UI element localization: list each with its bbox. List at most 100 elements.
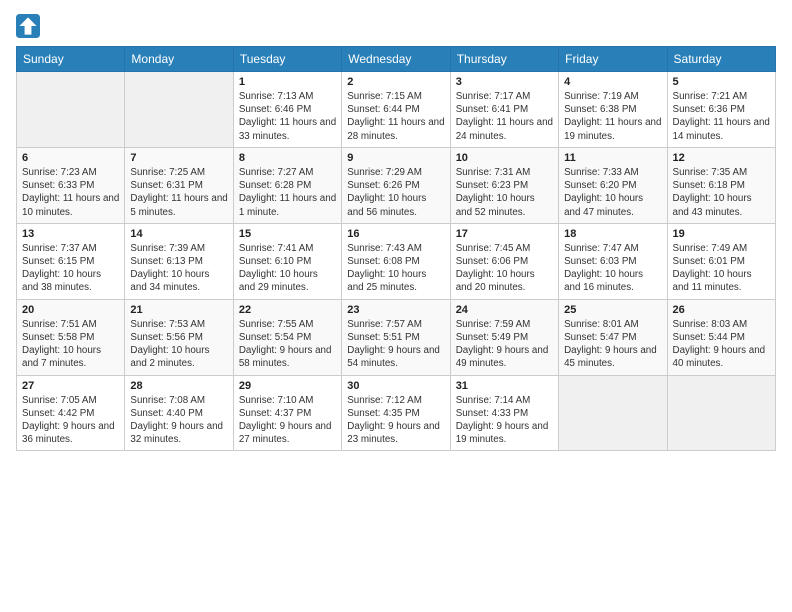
calendar-cell [125, 72, 233, 148]
day-number: 11 [564, 152, 661, 164]
weekday-header-saturday: Saturday [667, 47, 775, 72]
calendar-cell: 16Sunrise: 7:43 AMSunset: 6:08 PMDayligh… [342, 223, 450, 299]
sunrise-text: Sunrise: 7:19 AM [564, 91, 639, 102]
day-info: Sunrise: 7:37 AMSunset: 6:15 PMDaylight:… [22, 242, 119, 295]
day-info: Sunrise: 7:59 AMSunset: 5:49 PMDaylight:… [456, 318, 553, 371]
sunset-text: Sunset: 6:33 PM [22, 180, 94, 191]
daylight-text: Daylight: 10 hours and 16 minutes. [564, 269, 643, 293]
day-number: 5 [673, 76, 770, 88]
calendar-cell: 7Sunrise: 7:25 AMSunset: 6:31 PMDaylight… [125, 147, 233, 223]
daylight-text: Daylight: 9 hours and 36 minutes. [22, 421, 115, 445]
calendar-cell: 5 Sunrise: 7:21 AM Sunset: 6:36 PM Daylight… [667, 72, 775, 148]
weekday-header-row: SundayMondayTuesdayWednesdayThursdayFrid… [17, 47, 776, 72]
logo [16, 14, 44, 38]
calendar-cell: 3Sunrise: 7:17 AMSunset: 6:41 PMDaylight… [450, 72, 558, 148]
day-info: Sunrise: 7:43 AMSunset: 6:08 PMDaylight:… [347, 242, 444, 295]
week-row-5: 27Sunrise: 7:05 AMSunset: 4:42 PMDayligh… [17, 375, 776, 451]
sunset-text: Sunset: 6:23 PM [456, 180, 528, 191]
sunset-text: Sunset: 6:13 PM [130, 256, 202, 267]
sunrise-text: Sunrise: 7:23 AM [22, 167, 97, 178]
day-number: 15 [239, 228, 336, 240]
sunrise-text: Sunrise: 7:31 AM [456, 167, 531, 178]
sunset-text: Sunset: 6:38 PM [564, 104, 636, 115]
sunrise-text: Sunrise: 7:57 AM [347, 319, 422, 330]
calendar-cell: 13Sunrise: 7:37 AMSunset: 6:15 PMDayligh… [17, 223, 125, 299]
weekday-header-thursday: Thursday [450, 47, 558, 72]
sunset-text: Sunset: 6:31 PM [130, 180, 202, 191]
day-info: Sunrise: 7:08 AMSunset: 4:40 PMDaylight:… [130, 394, 227, 447]
daylight-text: Daylight: 9 hours and 49 minutes. [456, 345, 549, 369]
sunrise-text: Sunrise: 7:33 AM [564, 167, 639, 178]
sunset-text: Sunset: 6:08 PM [347, 256, 419, 267]
sunrise-text: Sunrise: 7:14 AM [456, 395, 531, 406]
sunrise-text: Sunrise: 7:43 AM [347, 243, 422, 254]
sunrise-text: Sunrise: 7:41 AM [239, 243, 314, 254]
calendar-cell [17, 72, 125, 148]
header [16, 10, 776, 38]
sunrise-text: Sunrise: 7:35 AM [673, 167, 748, 178]
sunset-text: Sunset: 4:33 PM [456, 408, 528, 419]
calendar-cell: 29Sunrise: 7:10 AMSunset: 4:37 PMDayligh… [233, 375, 341, 451]
daylight-text: Daylight: 10 hours and 7 minutes. [22, 345, 101, 369]
sunrise-text: Sunrise: 7:15 AM [347, 91, 422, 102]
calendar-cell: 6Sunrise: 7:23 AMSunset: 6:33 PMDaylight… [17, 147, 125, 223]
calendar-cell: 20Sunrise: 7:51 AMSunset: 5:58 PMDayligh… [17, 299, 125, 375]
day-info: Sunrise: 7:31 AMSunset: 6:23 PMDaylight:… [456, 166, 553, 219]
day-number: 4 [564, 76, 661, 88]
calendar-cell: 26Sunrise: 8:03 AMSunset: 5:44 PMDayligh… [667, 299, 775, 375]
day-info: Sunrise: 7:12 AMSunset: 4:35 PMDaylight:… [347, 394, 444, 447]
sunset-text: Sunset: 5:47 PM [564, 332, 636, 343]
day-number: 24 [456, 304, 553, 316]
calendar-cell: 9Sunrise: 7:29 AMSunset: 6:26 PMDaylight… [342, 147, 450, 223]
sunset-text: Sunset: 5:54 PM [239, 332, 311, 343]
day-number: 16 [347, 228, 444, 240]
day-info: Sunrise: 7:13 AMSunset: 6:46 PMDaylight:… [239, 90, 336, 143]
weekday-header-tuesday: Tuesday [233, 47, 341, 72]
sunset-text: Sunset: 6:36 PM [673, 104, 745, 115]
day-number: 14 [130, 228, 227, 240]
sunrise-text: Sunrise: 7:25 AM [130, 167, 205, 178]
calendar-cell: 1Sunrise: 7:13 AMSunset: 6:46 PMDaylight… [233, 72, 341, 148]
calendar-cell: 15 Sunrise: 7:41 AMSunset: 6:10 PMDayligh… [233, 223, 341, 299]
day-info: Sunrise: 7:27 AMSunset: 6:28 PMDaylight:… [239, 166, 336, 219]
sunset-text: Sunset: 6:26 PM [347, 180, 419, 191]
calendar-cell: 14Sunrise: 7:39 AMSunset: 6:13 PMDayligh… [125, 223, 233, 299]
day-number: 26 [673, 304, 770, 316]
day-info: Sunrise: 7:41 AMSunset: 6:10 PMDaylight:… [239, 242, 336, 295]
sunrise-text: Sunrise: 7:27 AM [239, 167, 314, 178]
day-number: 2 [347, 76, 444, 88]
sunset-text: Sunset: 6:01 PM [673, 256, 745, 267]
sunrise-text: Sunrise: 7:55 AM [239, 319, 314, 330]
sunrise-text: Sunrise: 7:21 AM [673, 91, 748, 102]
day-number: 31 [456, 380, 553, 392]
sunset-text: Sunset: 4:35 PM [347, 408, 419, 419]
daylight-text: Daylight: 9 hours and 19 minutes. [456, 421, 549, 445]
calendar-cell: 25Sunrise: 8:01 AMSunset: 5:47 PMDayligh… [559, 299, 667, 375]
sunset-text: Sunset: 5:56 PM [130, 332, 202, 343]
sunset-text: Sunset: 6:03 PM [564, 256, 636, 267]
day-info: Sunrise: 7:45 AMSunset: 6:06 PMDaylight:… [456, 242, 553, 295]
day-info: Sunrise: 7:15 AMSunset: 6:44 PMDaylight:… [347, 90, 444, 143]
day-info: Sunrise: 7:57 AMSunset: 5:51 PMDaylight:… [347, 318, 444, 371]
calendar-cell: 21Sunrise: 7:53 AMSunset: 5:56 PMDayligh… [125, 299, 233, 375]
day-number: 8 [239, 152, 336, 164]
day-info: Sunrise: 7:33 AMSunset: 6:20 PMDaylight:… [564, 166, 661, 219]
daylight-text: Daylight: 9 hours and 54 minutes. [347, 345, 440, 369]
weekday-header-monday: Monday [125, 47, 233, 72]
day-number: 19 [673, 228, 770, 240]
day-number: 21 [130, 304, 227, 316]
day-number: 28 [130, 380, 227, 392]
sunset-text: Sunset: 6:15 PM [22, 256, 94, 267]
calendar-cell: 24 Sunrise: 7:59 AMSunset: 5:49 PMDayligh… [450, 299, 558, 375]
daylight-text: Daylight: 11 hours and 14 minutes. [673, 117, 770, 141]
daylight-text: Daylight: 10 hours and 56 minutes. [347, 193, 426, 217]
sunrise-text: Sunrise: 7:49 AM [673, 243, 748, 254]
calendar-cell: 31 Sunrise: 7:14 AM Sunset: 4:33 PM Dayligh… [450, 375, 558, 451]
day-number: 20 [22, 304, 119, 316]
day-info: Sunrise: 7:35 AMSunset: 6:18 PMDaylight:… [673, 166, 770, 219]
sunrise-text: Sunrise: 8:01 AM [564, 319, 639, 330]
day-info: Sunrise: 7:25 AMSunset: 6:31 PMDaylight:… [130, 166, 227, 219]
day-info: Sunrise: 7:14 AM Sunset: 4:33 PM Daylight:… [456, 394, 553, 447]
daylight-text: Daylight: 10 hours and 2 minutes. [130, 345, 209, 369]
day-number: 17 [456, 228, 553, 240]
